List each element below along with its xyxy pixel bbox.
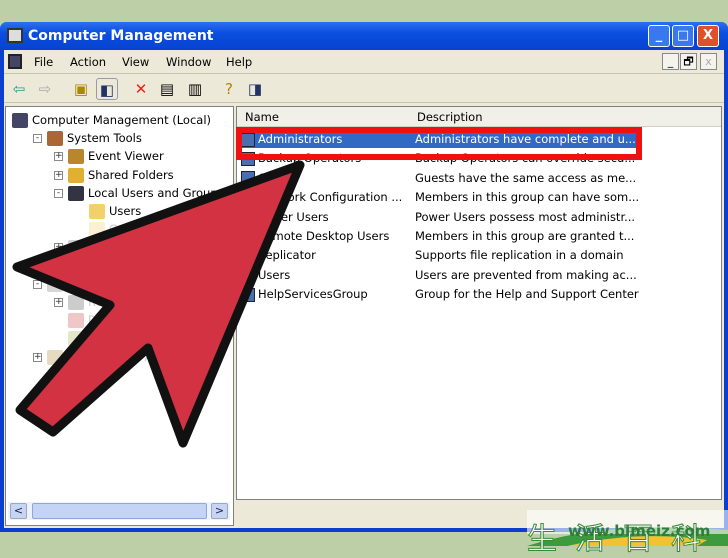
- pointer-arrow: [12, 160, 305, 448]
- arrow-shape: [12, 160, 305, 448]
- watermark-url: www.bimeiz.com: [568, 522, 711, 540]
